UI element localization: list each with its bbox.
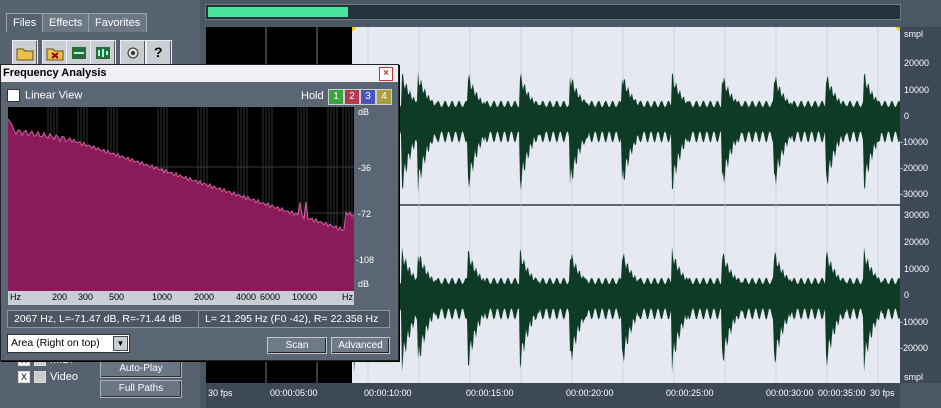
time-tick: 00:00:15:00 bbox=[466, 388, 514, 398]
tab-effects[interactable]: Effects bbox=[42, 13, 90, 32]
hold-button-1[interactable]: 1 bbox=[328, 89, 344, 105]
amp-tick: -20000 bbox=[900, 163, 929, 173]
hold-label: Hold bbox=[301, 90, 324, 102]
time-tick: 00:00:30:00 bbox=[766, 388, 814, 398]
time-tick: 00:00:20:00 bbox=[566, 388, 614, 398]
view-mode-value: Area (Right on top) bbox=[11, 337, 100, 349]
linear-view-label: Linear View bbox=[25, 89, 83, 102]
close-folder-icon bbox=[46, 48, 64, 61]
hz-tick: 4000 bbox=[236, 292, 257, 302]
amp-tick: 10000 bbox=[904, 85, 930, 95]
spectrum-plot[interactable] bbox=[7, 107, 355, 291]
frequency-analysis-window: Frequency Analysis × Linear View Hold 1 … bbox=[0, 64, 399, 361]
spectrum-area bbox=[8, 119, 354, 291]
amp-tick: 20000 bbox=[904, 58, 930, 68]
amp-tick: 30000 bbox=[904, 210, 930, 220]
video-icon bbox=[34, 371, 46, 384]
import-icon bbox=[96, 47, 110, 59]
cursor-readout: 2067 Hz, L=-71.47 dB, R=-71.44 dB bbox=[7, 310, 199, 328]
time-tick: 00:00:05:00 bbox=[270, 388, 318, 398]
amp-tick: -20000 bbox=[900, 343, 929, 353]
hz-tick: 1000 bbox=[152, 292, 173, 302]
fps-right-label: 30 fps bbox=[870, 388, 895, 398]
time-tick: 00:00:10:00 bbox=[364, 388, 412, 398]
db-tick: -108 bbox=[356, 255, 375, 265]
spectrum-db-axis: dB -36 -72 -108 dB bbox=[354, 107, 392, 291]
open-folder-icon bbox=[16, 48, 34, 61]
tab-favorites[interactable]: Favorites bbox=[88, 13, 148, 32]
insert-icon bbox=[72, 47, 86, 59]
amp-tick: 0 bbox=[904, 290, 910, 300]
chevron-down-icon[interactable]: ▼ bbox=[113, 336, 128, 351]
amplitude-ruler: smpl 20000 10000 0 -10000 -20000 -30000 … bbox=[900, 27, 941, 383]
spectrum-hz-axis: Hz 200 300 500 1000 2000 4000 6000 10000… bbox=[8, 291, 354, 305]
close-file-button[interactable] bbox=[42, 40, 68, 66]
scan-button[interactable]: Scan bbox=[267, 337, 327, 354]
db-tick: -72 bbox=[358, 209, 372, 219]
linear-view-checkbox[interactable]: Linear View bbox=[7, 89, 82, 102]
hold-button-3[interactable]: 3 bbox=[360, 89, 376, 105]
help-button[interactable]: ? bbox=[146, 40, 172, 66]
amplitude-unit-top: smpl bbox=[904, 29, 924, 39]
insert-button[interactable] bbox=[66, 40, 92, 66]
overview-visible-range[interactable] bbox=[208, 7, 348, 17]
video-checkbox[interactable]: X bbox=[18, 371, 30, 384]
full-paths-button[interactable]: Full Paths bbox=[100, 380, 182, 398]
fps-left-label: 30 fps bbox=[208, 388, 233, 398]
tab-files[interactable]: Files bbox=[6, 13, 44, 32]
hz-tick: 500 bbox=[109, 292, 125, 302]
hz-tick: 10000 bbox=[292, 292, 318, 302]
hz-tick: 200 bbox=[52, 292, 68, 302]
video-label: Video bbox=[50, 371, 78, 383]
amplitude-unit-bottom: smpl bbox=[904, 372, 924, 382]
fundamental-readout: L= 21.295 Hz (F0 -42), R= 22.358 Hz bbox=[198, 310, 390, 328]
hold-button-4[interactable]: 4 bbox=[376, 89, 392, 105]
amp-tick: 0 bbox=[904, 111, 910, 121]
settings-icon bbox=[127, 47, 139, 59]
amp-tick: 10000 bbox=[904, 264, 930, 274]
amp-tick: -30000 bbox=[900, 189, 929, 199]
overview-bar[interactable] bbox=[205, 4, 901, 20]
advanced-button[interactable]: Advanced bbox=[331, 337, 390, 354]
db-unit-top: dB bbox=[358, 107, 370, 117]
db-unit-bottom: dB bbox=[358, 279, 370, 289]
hz-tick: 2000 bbox=[194, 292, 215, 302]
window-title: Frequency Analysis bbox=[3, 67, 107, 79]
linear-view-box[interactable] bbox=[7, 89, 20, 102]
time-ruler: 30 fps 00:00:05:00 00:00:10:00 00:00:15:… bbox=[206, 383, 900, 408]
autoplay-button[interactable]: Auto-Play bbox=[100, 360, 182, 378]
hold-button-2[interactable]: 2 bbox=[344, 89, 360, 105]
hz-unit-right: Hz bbox=[342, 292, 353, 302]
amp-tick: 20000 bbox=[904, 237, 930, 247]
db-tick: -36 bbox=[358, 163, 372, 173]
import-button[interactable] bbox=[90, 40, 116, 66]
filter-video[interactable]: X Video bbox=[18, 371, 78, 385]
hz-unit-left: Hz bbox=[10, 292, 21, 302]
amp-tick: -10000 bbox=[900, 317, 929, 327]
time-tick: 00:00:25:00 bbox=[666, 388, 714, 398]
frequency-analysis-titlebar[interactable]: Frequency Analysis × bbox=[1, 65, 398, 82]
open-folder-button[interactable] bbox=[12, 40, 38, 66]
hz-tick: 6000 bbox=[260, 292, 281, 302]
close-icon[interactable]: × bbox=[379, 67, 393, 81]
spectrum-canvas[interactable] bbox=[7, 107, 355, 291]
amp-tick: -10000 bbox=[900, 137, 929, 147]
time-tick: 00:00:35:00 bbox=[818, 388, 866, 398]
options-button[interactable] bbox=[120, 40, 146, 66]
hz-tick: 300 bbox=[78, 292, 94, 302]
help-icon: ? bbox=[154, 44, 163, 60]
view-mode-select[interactable]: Area (Right on top) ▼ bbox=[7, 334, 130, 353]
